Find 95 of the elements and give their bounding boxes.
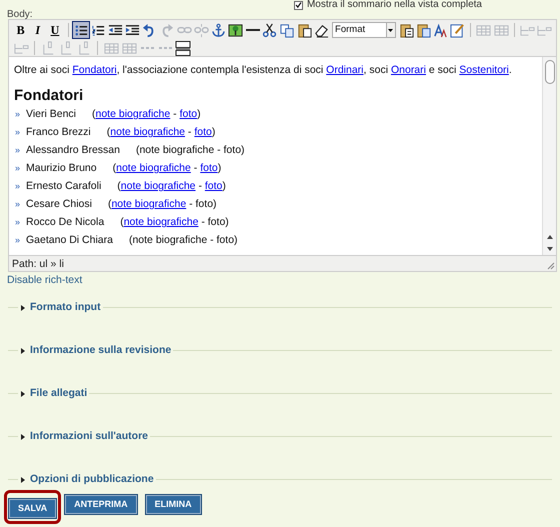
text-link[interactable]: Sostenitori	[459, 64, 509, 76]
bullet-marker: »	[14, 216, 22, 230]
anchor-icon	[210, 22, 226, 38]
member-name: Rocco De Nicola	[26, 215, 104, 230]
form-button[interactable]: ANTEPRIMA	[65, 495, 137, 514]
italic-button[interactable]: I	[29, 21, 46, 39]
triangle-icon	[20, 348, 26, 354]
triangle-icon	[20, 476, 26, 482]
scrollbar[interactable]	[542, 57, 556, 255]
text-link[interactable]: foto	[180, 108, 198, 120]
table-grid-icon	[494, 22, 509, 38]
scroll-thumb[interactable]	[544, 60, 554, 84]
section-toggle[interactable]: Informazione sulla revisione	[18, 342, 174, 358]
member-links: (note biografiche - foto)	[120, 215, 229, 230]
text-link[interactable]: foto	[200, 162, 218, 174]
field-label: Body:	[7, 10, 33, 19]
form-button[interactable]: ELIMINA	[146, 495, 201, 514]
text-link[interactable]: Ordinari	[326, 64, 364, 76]
scissors-button[interactable]	[261, 21, 279, 39]
table-column-icon	[76, 40, 92, 56]
triangle-icon	[20, 390, 26, 396]
merge-cells-button[interactable]	[174, 39, 192, 57]
text-link[interactable]: note biografiche	[96, 108, 170, 120]
underline-button[interactable]: U	[46, 21, 64, 39]
text-link[interactable]: note biografiche	[110, 126, 186, 138]
section-toggle[interactable]: Opzioni di pubblicazione	[18, 472, 156, 488]
text-style-button[interactable]	[432, 21, 450, 39]
member-name: Cesare Chiosi	[26, 197, 92, 212]
bullet-marker: »	[14, 234, 22, 248]
horizontal-rule-icon	[246, 29, 260, 31]
edit-note-icon	[450, 22, 466, 38]
scroll-up-icon[interactable]	[546, 233, 554, 241]
clipboard-icon	[296, 22, 312, 38]
intro-paragraph: Oltre ai soci Fondatori, l'associazione contempla l'esistenza di soci Ordinari, soci Onorari e soci Sostenitori.	[14, 64, 513, 77]
text-link[interactable]: Onorari	[390, 64, 426, 76]
table-column-icon	[58, 40, 74, 56]
scroll-down-icon[interactable]	[546, 245, 554, 253]
bullet-list-button[interactable]	[72, 21, 90, 39]
format-dropdown[interactable]: Format	[332, 22, 396, 38]
bullet-marker: »	[14, 162, 22, 176]
member-links: (note biografiche - foto)	[136, 143, 245, 158]
section-heading: Fondatori	[14, 87, 84, 105]
eraser-icon	[314, 22, 329, 38]
section-toggle[interactable]: Formato input	[18, 300, 103, 316]
bullet-marker: »	[14, 108, 22, 122]
bullet-marker: »	[14, 144, 22, 158]
text-link[interactable]: note biografiche	[116, 162, 191, 174]
bullet-list-icon	[74, 22, 89, 38]
text-link[interactable]: foto	[204, 180, 222, 192]
member-links: (note biografiche - foto)	[106, 125, 216, 140]
indent-icon	[125, 22, 140, 38]
member-name: Vieri Benci	[26, 107, 76, 122]
text-link[interactable]: note biografiche	[120, 180, 196, 192]
image-icon	[228, 22, 244, 38]
bullet-marker: »	[14, 180, 22, 194]
bullet-marker: »	[14, 198, 22, 212]
member-name: Alessandro Bressan	[26, 143, 120, 158]
disable-rich-text-link[interactable]: Disable rich-text	[7, 274, 82, 287]
member-links: (note biografiche - foto)	[108, 197, 217, 212]
member-name: Ernesto Carafoli	[26, 179, 102, 194]
outdent-icon	[108, 22, 123, 38]
dropdown-arrow-icon	[388, 28, 394, 32]
resize-grip-icon[interactable]	[547, 262, 555, 270]
anchor-button[interactable]	[210, 21, 228, 39]
triangle-icon	[20, 304, 26, 310]
text-link[interactable]: Fondatori	[72, 64, 117, 76]
section-toggle[interactable]: Informazioni sull'autore	[18, 428, 150, 444]
member-links: (note biografiche - foto)	[128, 233, 238, 248]
text-link[interactable]: note biografiche	[111, 198, 186, 210]
table-grid-icon	[122, 40, 136, 56]
text-style-icon	[433, 22, 448, 38]
member-name: Gaetano Di Chiara	[26, 233, 113, 248]
triangle-icon	[20, 434, 26, 440]
form-button[interactable]: SALVA	[9, 499, 56, 518]
text-link[interactable]: foto	[194, 126, 212, 138]
member-name: Maurizio Bruno	[26, 161, 97, 176]
checkbox-label: Mostra il sommario nella vista completa	[306, 0, 482, 10]
member-links: (note biografiche - foto)	[92, 107, 201, 122]
copy-icon	[280, 22, 295, 38]
broken-link-icon	[194, 22, 209, 38]
section-toggle[interactable]: File allegati	[18, 386, 90, 402]
paste-document-icon	[416, 22, 431, 38]
table-grid-icon	[104, 40, 118, 56]
member-links: (note biografiche - foto)	[117, 179, 226, 194]
bold-button[interactable]: B	[12, 21, 30, 39]
table-grid-icon	[476, 22, 492, 38]
table-column-icon	[40, 40, 56, 56]
text-link[interactable]: note biografiche	[124, 216, 198, 228]
member-name: Franco Brezzi	[26, 125, 91, 140]
member-links: (note biografiche - foto)	[112, 161, 222, 176]
scissors-icon	[262, 22, 278, 38]
paste-text-icon	[398, 22, 414, 38]
checkbox[interactable]	[294, 0, 303, 10]
element-path: Path: ul » li	[12, 256, 65, 270]
bullet-marker: »	[14, 126, 22, 140]
